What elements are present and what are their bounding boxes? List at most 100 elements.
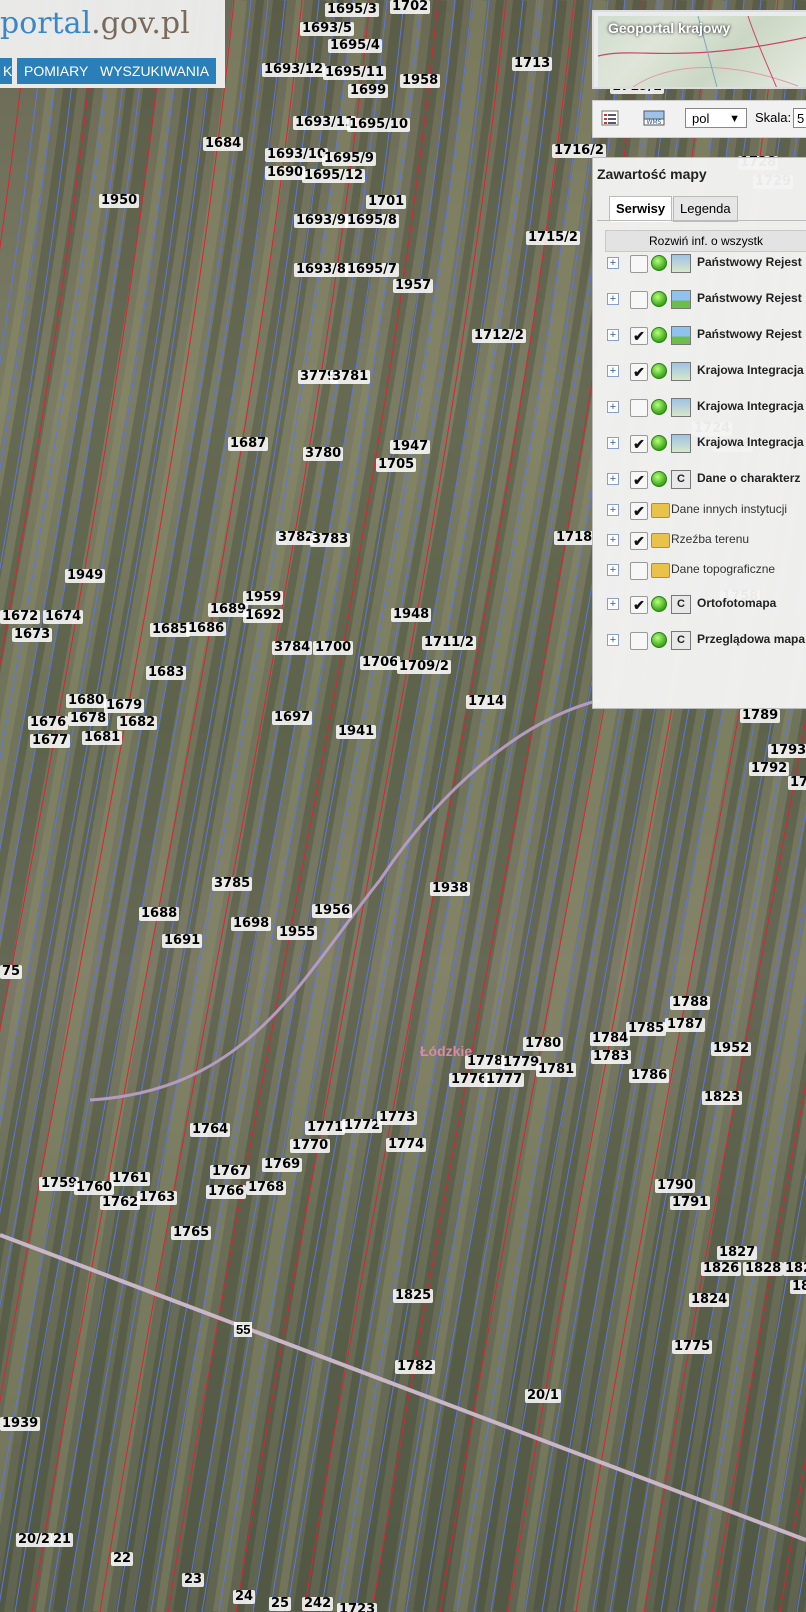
wms-service-icon — [671, 434, 691, 453]
expand-icon[interactable]: + — [607, 329, 619, 341]
logo[interactable]: portal.gov.pl — [0, 6, 190, 41]
tab-legenda[interactable]: Legenda — [673, 196, 738, 222]
layer-row[interactable]: + ✔ C Dane o charakterz — [593, 469, 806, 493]
layer-name: Krajowa Integracja — [697, 399, 804, 413]
expand-icon[interactable]: + — [607, 598, 619, 610]
parcel-number: 1763 — [137, 1190, 178, 1205]
layer-row[interactable]: + Państwowy Rejest — [593, 289, 806, 313]
parcel-number: 1766 — [206, 1184, 247, 1199]
expand-icon[interactable]: + — [607, 437, 619, 449]
parcel-number: 1705 — [376, 457, 417, 472]
parcel-number: 1695/9 — [322, 151, 376, 166]
parcel-number: 1673 — [12, 627, 53, 642]
layer-row[interactable]: + ✔ Krajowa Integracja — [593, 433, 806, 457]
road-number: 55 — [234, 1322, 253, 1337]
expand-icon[interactable]: + — [607, 401, 619, 413]
parcel-number: 1695/10 — [347, 117, 411, 132]
overview-title: Geoportal krajowy — [608, 20, 731, 36]
layer-checkbox[interactable]: ✔ — [630, 327, 648, 345]
expand-icon[interactable]: + — [607, 564, 619, 576]
layer-name: Ortofotomapa — [697, 596, 777, 610]
parcel-number: 1762 — [100, 1195, 141, 1210]
layer-row[interactable]: + ✔ Państwowy Rejest — [593, 325, 806, 349]
layer-checkbox[interactable]: ✔ — [630, 532, 648, 550]
parcel-number: 1787 — [665, 1017, 706, 1032]
status-dot-icon — [651, 255, 667, 271]
parcel-number: 1697 — [272, 710, 313, 725]
nav-tab-wyszukiwania[interactable]: WYSZUKIWANIA — [93, 58, 217, 84]
layer-checkbox[interactable] — [630, 632, 648, 650]
layer-checkbox[interactable]: ✔ — [630, 502, 648, 520]
parcel-number: 1825 — [393, 1288, 434, 1303]
wms-service-icon — [671, 254, 691, 273]
layer-checkbox[interactable]: ✔ — [630, 471, 648, 489]
parcel-number: 1711/2 — [422, 635, 476, 650]
expand-icon[interactable]: + — [607, 504, 619, 516]
layer-checkbox[interactable]: ✔ — [630, 363, 648, 381]
wms-add-icon[interactable]: WMS — [643, 110, 665, 126]
layer-row[interactable]: + ✔ Dane innych instytucji — [593, 500, 806, 524]
layer-row[interactable]: + Dane topograficzne — [593, 560, 806, 584]
expand-icon[interactable]: + — [607, 257, 619, 269]
layer-name: Dane innych instytucji — [671, 502, 788, 516]
layer-checkbox[interactable] — [630, 399, 648, 417]
parcel-number: 1693/9 — [294, 213, 348, 228]
parcel-number: 1767 — [210, 1164, 251, 1179]
parcel-number: 1693/10 — [265, 147, 329, 162]
expand-icon[interactable]: + — [607, 473, 619, 485]
parcel-number: 22 — [111, 1551, 134, 1566]
language-select[interactable]: pol ▼ — [685, 108, 747, 128]
scale-input[interactable]: 5 — [793, 108, 806, 128]
layer-name: Państwowy Rejest — [697, 327, 802, 341]
layer-row[interactable]: + Krajowa Integracja — [593, 397, 806, 421]
parcel-number: 1682 — [117, 715, 158, 730]
parcel-number: 20/2 — [16, 1532, 52, 1547]
parcel-number: 18 — [790, 1280, 806, 1294]
status-dot-icon — [651, 596, 667, 612]
tab-divider — [597, 220, 806, 221]
layer-checkbox[interactable] — [630, 255, 648, 273]
layer-row[interactable]: + ✔ Krajowa Integracja — [593, 361, 806, 385]
expand-all-button[interactable]: Rozwiń inf. o wszystk — [605, 230, 806, 252]
parcel-number: 1827 — [717, 1245, 758, 1260]
parcel-number: 1686 — [186, 621, 227, 636]
parcel-number: 1788 — [670, 995, 711, 1010]
parcel-number: 1773 — [377, 1110, 418, 1125]
parcel-number: 182 — [783, 1262, 806, 1276]
expand-icon[interactable]: + — [607, 634, 619, 646]
parcel-number: 1783 — [591, 1049, 632, 1064]
parcel-number: 1771 — [305, 1120, 346, 1135]
layers-list-icon[interactable] — [601, 110, 619, 126]
folder-icon — [651, 563, 670, 578]
nav-tab-partial[interactable]: K — [0, 58, 12, 84]
parcel-number: 1693/12 — [262, 62, 326, 77]
expand-icon[interactable]: + — [607, 365, 619, 377]
parcel-number: 1716/2 — [552, 143, 606, 158]
parcel-number: 1939 — [0, 1416, 41, 1431]
parcel-number: 1949 — [65, 568, 106, 583]
nav-tab-pomiary[interactable]: POMIARY — [17, 58, 96, 84]
parcel-number: 1695/11 — [323, 65, 387, 80]
layer-checkbox[interactable] — [630, 562, 648, 580]
expand-icon[interactable]: + — [607, 534, 619, 546]
parcel-number: 1791 — [670, 1195, 711, 1210]
layer-row[interactable]: + Państwowy Rejest — [593, 253, 806, 277]
layer-checkbox[interactable]: ✔ — [630, 435, 648, 453]
expand-icon[interactable]: + — [607, 293, 619, 305]
layer-checkbox[interactable] — [630, 291, 648, 309]
layer-row[interactable]: + ✔ C Ortofotomapa — [593, 594, 806, 618]
map-content-panel: Zawartość mapy Serwisy Legenda Rozwiń in… — [592, 157, 806, 709]
parcel-number: 1792 — [749, 761, 790, 776]
parcel-number: 1948 — [391, 607, 432, 622]
layer-checkbox[interactable]: ✔ — [630, 596, 648, 614]
parcel-number: 23 — [182, 1572, 205, 1587]
layer-row[interactable]: + C Przeglądowa mapa — [593, 630, 806, 654]
parcel-number: 1823 — [702, 1090, 743, 1105]
wms-service-icon — [671, 398, 691, 417]
logo-suffix-text: .gov.pl — [91, 6, 190, 41]
layer-row[interactable]: + ✔ Rzeźba terenu — [593, 530, 806, 554]
tab-serwisy[interactable]: Serwisy — [609, 196, 673, 222]
overview-map[interactable]: Geoportal krajowy — [592, 10, 806, 89]
parcel-number: 1681 — [82, 730, 123, 745]
status-dot-icon — [651, 399, 667, 415]
